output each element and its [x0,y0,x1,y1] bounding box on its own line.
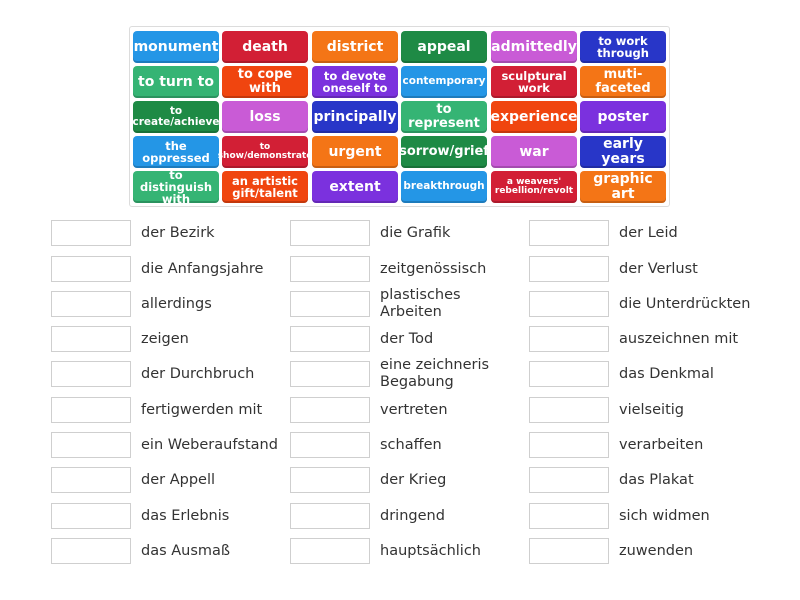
german-term-label: auszeichnen mit [619,330,739,347]
german-term-label: der Appell [141,471,216,488]
german-term-label: das Erlebnis [141,507,230,524]
answer-tile[interactable]: admittedly [491,31,577,63]
answer-tile[interactable]: loss [222,101,308,133]
german-term-label: zuwenden [619,542,694,559]
drop-zone[interactable] [529,220,609,246]
answer-tile[interactable]: breakthrough [401,171,487,203]
german-term-label: das Denkmal [619,365,714,382]
drop-zone[interactable] [529,326,609,352]
answer-tile[interactable]: poster [580,101,666,133]
drop-zone[interactable] [51,326,131,352]
answer-tile[interactable]: district [312,31,398,63]
drop-zone[interactable] [51,397,131,423]
answer-tile[interactable]: principally [312,101,398,133]
drop-zone[interactable] [51,220,131,246]
german-term-label: fertigwerden mit [141,401,263,418]
drop-zone[interactable] [529,538,609,564]
answer-tile[interactable]: experience [491,101,578,133]
answer-tile[interactable]: to create/achieve [132,101,220,133]
answer-tile[interactable]: an artistic gift/talent [222,171,308,203]
answer-tile[interactable]: sculptural work [491,66,577,98]
answer-tile[interactable]: monument [133,31,219,63]
german-term-label: dringend [380,507,445,524]
answer-tile[interactable]: to cope with [222,66,308,98]
drop-zone[interactable] [290,220,370,246]
german-term-label: plastisches Arbeiten [380,287,461,320]
german-term-label: der Durchbruch [141,365,255,382]
german-term-label: vielseitig [619,401,684,418]
answer-tile[interactable]: appeal [401,31,487,63]
drop-zone[interactable] [51,467,131,493]
drop-zone[interactable] [290,256,370,282]
drop-zone[interactable] [529,467,609,493]
german-term-label: der Bezirk [141,224,215,241]
german-term-label: die Grafik [380,224,451,241]
answer-tile[interactable]: the oppressed [133,136,219,168]
german-term-label: der Leid [619,224,678,241]
drop-zone[interactable] [290,538,370,564]
answer-tile[interactable]: urgent [312,136,398,168]
drop-zone[interactable] [290,397,370,423]
answer-tile[interactable]: to distinguish with [133,169,219,205]
german-term-label: der Tod [380,330,434,347]
drop-zone[interactable] [51,256,131,282]
answer-tile[interactable]: a weavers' rebellion/revolt [491,171,577,203]
drop-zone[interactable] [51,432,131,458]
drop-zone[interactable] [529,361,609,387]
answer-tile[interactable]: early years [580,136,666,168]
german-term-label: der Verlust [619,260,698,277]
german-term-label: das Plakat [619,471,694,488]
answer-tile[interactable]: to work through [580,31,666,63]
german-term-label: eine zeichneris Begabung [380,357,490,390]
answer-tile[interactable]: contemporary [401,66,487,98]
drop-zone[interactable] [290,291,370,317]
drop-zone[interactable] [290,467,370,493]
drop-zone[interactable] [51,538,131,564]
german-term-label: sich widmen [619,507,710,524]
answer-tiles-tray: monument death district appeal admittedly to … [129,26,670,207]
drop-zone[interactable] [290,432,370,458]
answer-tile[interactable]: extent [312,171,398,203]
answer-tile[interactable]: muti-faceted [580,66,666,98]
answer-tile[interactable]: graphic art [580,171,666,203]
german-term-label: ein Weberaufstand [141,436,278,453]
drop-zone[interactable] [51,503,131,529]
answer-tile[interactable]: to represent [401,101,487,133]
answer-tile[interactable]: death [222,31,308,63]
german-term-label: die Unterdrückten [619,295,751,312]
drop-zone[interactable] [290,503,370,529]
drop-zone[interactable] [529,397,609,423]
drop-zone[interactable] [529,432,609,458]
answer-tile[interactable]: to devote oneself to [312,66,398,98]
german-term-label: vertreten [380,401,448,418]
german-term-label: zeitgenössisch [380,260,487,277]
german-term-label: allerdings [141,295,212,312]
answer-tile[interactable]: sorrow/grief [399,136,489,168]
german-term-label: der Krieg [380,471,447,488]
german-term-label: das Ausmaß [141,542,231,559]
drop-zone[interactable] [529,503,609,529]
drop-zone[interactable] [529,291,609,317]
german-term-label: zeigen [141,330,189,347]
german-term-label: hauptsächlich [380,542,481,559]
drop-zone[interactable] [51,361,131,387]
german-term-label: schaffen [380,436,442,453]
drop-zone[interactable] [529,256,609,282]
drop-zone[interactable] [290,361,370,387]
drop-zone[interactable] [290,326,370,352]
answer-tile[interactable]: to turn to [133,66,219,98]
drop-zone[interactable] [51,291,131,317]
german-term-label: verarbeiten [619,436,704,453]
answer-tile[interactable]: to show/demonstrate [218,136,312,168]
german-term-label: die Anfangsjahre [141,260,264,277]
answer-tile[interactable]: war [491,136,577,168]
